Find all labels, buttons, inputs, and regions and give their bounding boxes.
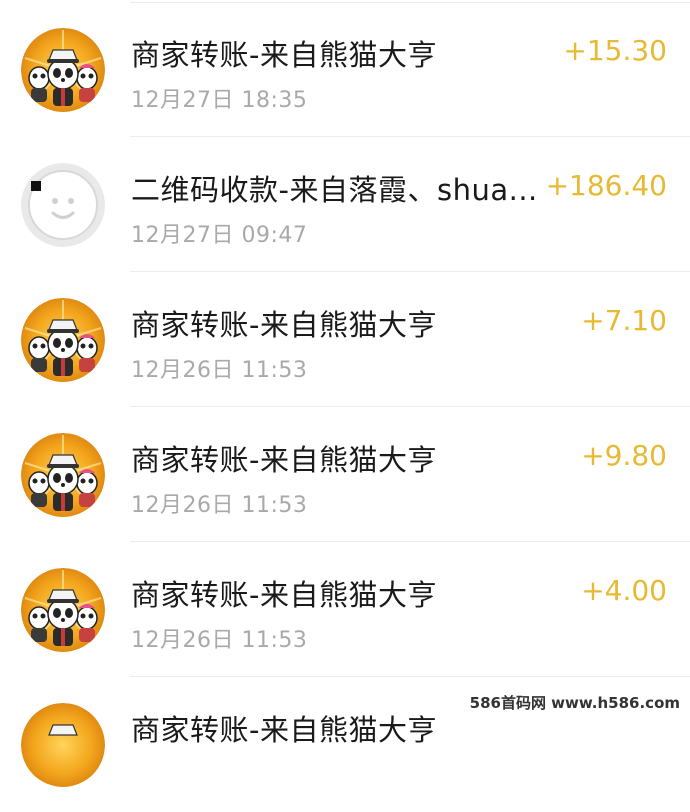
transaction-title: 商家转账-来自熊猫大亨 [131,443,437,477]
transaction-row[interactable]: 商家转账-来自熊猫大亨 12月26日 11:53 +7.10 [0,272,690,407]
transaction-time: 12月27日 18:35 [131,88,308,113]
transaction-row[interactable]: 二维码收款-来自落霞、shua... 12月27日 09:47 +186.40 [0,137,690,272]
panda-avatar-icon [21,28,105,112]
transaction-time: 12月26日 11:53 [131,358,308,383]
transaction-title: 商家转账-来自熊猫大亨 [131,713,437,747]
transaction-title: 二维码收款-来自落霞、shua... [131,173,538,207]
transaction-title: 商家转账-来自熊猫大亨 [131,38,437,72]
transaction-amount: +9.80 [581,439,667,472]
watermark: 586首码网 www.h586.com [465,691,684,714]
transaction-time: 12月26日 11:53 [131,493,308,518]
default-avatar-icon [21,163,105,247]
transaction-amount: +4.00 [581,574,667,607]
transaction-amount: +186.40 [545,169,667,202]
panda-avatar-icon [21,298,105,382]
panda-avatar-icon [21,433,105,517]
transaction-time: 12月26日 11:53 [131,628,308,653]
transaction-title: 商家转账-来自熊猫大亨 [131,578,437,612]
transaction-row[interactable]: 商家转账-来自熊猫大亨 12月26日 11:53 +4.00 [0,542,690,677]
transaction-amount: +15.30 [563,34,667,67]
transaction-time: 12月27日 09:47 [131,223,308,248]
panda-avatar-icon [21,703,105,787]
transaction-row[interactable]: 商家转账-来自熊猫大亨 12月26日 11:53 +9.80 [0,407,690,542]
panda-avatar-icon [21,568,105,652]
transaction-row[interactable]: 商家转账-来自熊猫大亨 12月27日 18:35 +15.30 [0,2,690,137]
transaction-title: 商家转账-来自熊猫大亨 [131,308,437,342]
transaction-amount: +7.10 [581,304,667,337]
